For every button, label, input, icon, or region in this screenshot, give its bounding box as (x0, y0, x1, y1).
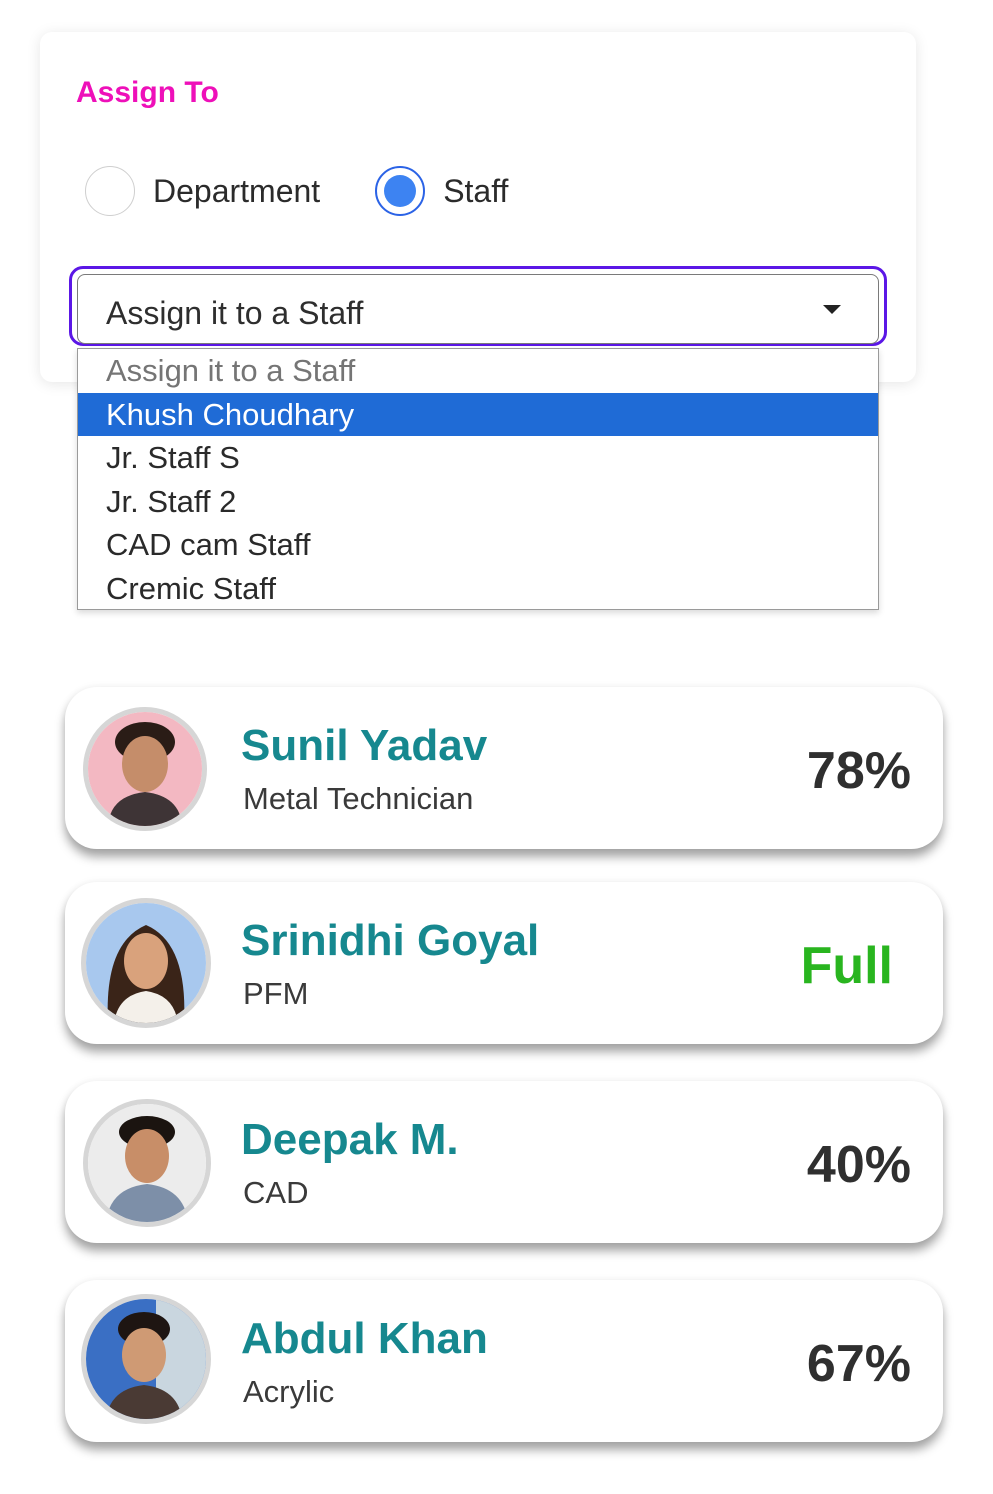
staff-load: Full (800, 937, 893, 995)
staff-role: Acrylic (243, 1374, 335, 1409)
staff-load: 78% (806, 742, 911, 800)
avatar (81, 1294, 211, 1424)
dropdown-option-jr-staff-2[interactable]: Jr. Staff 2 (78, 480, 878, 524)
staff-name: Abdul Khan (241, 1314, 488, 1363)
department-radio-label: Department (153, 172, 321, 209)
staff-role: CAD (243, 1175, 309, 1210)
staff-select[interactable]: Assign it to a Staff (77, 274, 879, 344)
radio-option-staff[interactable]: Staff (375, 166, 508, 216)
staff-radio-label: Staff (443, 172, 509, 209)
staff-load: 40% (806, 1136, 911, 1194)
staff-card-srinidhi-goyal[interactable]: Srinidhi Goyal PFM Full (65, 882, 943, 1044)
staff-radio[interactable] (375, 166, 426, 216)
staff-card-deepak-m[interactable]: Deepak M. CAD 40% (65, 1081, 943, 1243)
dropdown-option-placeholder[interactable]: Assign it to a Staff (78, 349, 878, 393)
staff-role: PFM (243, 976, 309, 1011)
radio-option-department[interactable]: Department (85, 166, 320, 216)
avatar (83, 707, 207, 831)
page: Assign To Department Staff Assign it to … (0, 0, 993, 1494)
avatar (81, 898, 211, 1028)
staff-card-abdul-khan[interactable]: Abdul Khan Acrylic 67% (65, 1280, 943, 1442)
staff-load: 67% (806, 1335, 911, 1393)
staff-select-value: Assign it to a Staff (106, 295, 364, 331)
dropdown-option-cad-cam-staff[interactable]: CAD cam Staff (78, 523, 878, 567)
assign-type-radio-group: Department Staff (85, 166, 508, 216)
staff-dropdown-list: Assign it to a Staff Khush Choudhary Jr.… (77, 348, 879, 610)
staff-card-sunil-yadav[interactable]: Sunil Yadav Metal Technician 78% (65, 687, 943, 849)
assign-to-title: Assign To (76, 76, 219, 109)
staff-name: Deepak M. (241, 1115, 459, 1164)
staff-name: Srinidhi Goyal (241, 916, 540, 965)
dropdown-option-jr-staff-s[interactable]: Jr. Staff S (78, 436, 878, 480)
staff-role: Metal Technician (243, 781, 474, 816)
avatar (83, 1099, 211, 1227)
staff-name: Sunil Yadav (241, 721, 488, 770)
dropdown-option-khush-choudhary[interactable]: Khush Choudhary (78, 392, 878, 436)
department-radio[interactable] (85, 166, 135, 216)
chevron-down-icon[interactable] (823, 305, 841, 314)
dropdown-option-cremic-staff[interactable]: Cremic Staff (78, 567, 878, 610)
